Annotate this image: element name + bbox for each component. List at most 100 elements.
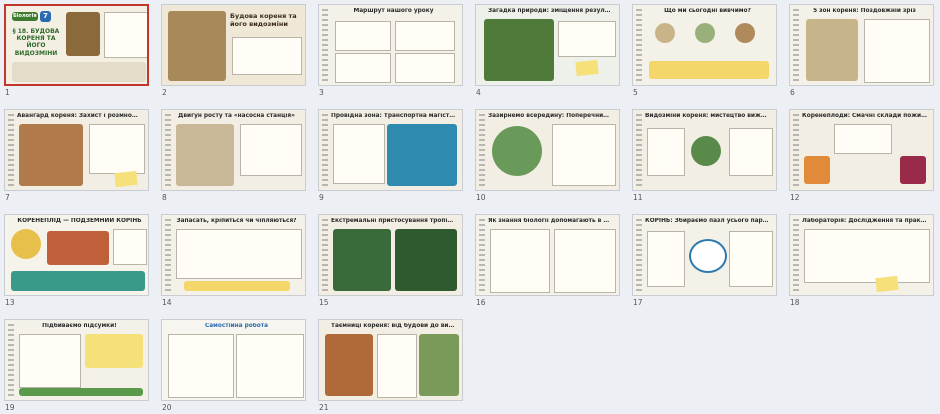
slide-number-5: 5 (633, 88, 638, 97)
slide-thumbnail-18[interactable]: Лабораторія: Дослідження та практика (789, 214, 934, 296)
slide-cell-10: Зазирнемо всередину: Поперечний зріз 10 (475, 109, 620, 202)
slide-6-spiral (793, 9, 799, 81)
slide-thumbnail-4[interactable]: Загадка природи: зміщення результату за … (475, 4, 620, 86)
slide-8-title: Двигун росту та «насосна станція» (178, 113, 295, 119)
slide-number-9: 9 (319, 193, 324, 202)
slide-cell-14: Запасать, кріпиться чи чіпляються? 14 (161, 214, 306, 307)
slide-number-15: 15 (319, 298, 329, 307)
slide-13-footer-strip (11, 271, 145, 291)
slide-17-puzzle-center (689, 239, 727, 273)
slide-14-summary-banner (184, 281, 290, 291)
slide-12-text-box (834, 124, 892, 154)
slide-2-plant-illustration (168, 11, 226, 81)
slide-3-spiral (322, 9, 328, 81)
slide-cell-3: Маршрут нашого уроку 3 (318, 4, 463, 97)
slide-9-title: Провідна зона: Транспортна магістраль (331, 113, 456, 119)
slide-number-12: 12 (790, 193, 800, 202)
slide-number-20: 20 (162, 403, 172, 412)
slide-cell-19: Підбиваємо підсумки! 19 (4, 319, 149, 412)
slide-cell-17: КОРІНЬ: Збираємо пазл усього параграфа 1… (632, 214, 777, 307)
slide-5-summary-banner (649, 61, 769, 79)
slide-thumbnail-6[interactable]: 5 зон кореня: Поздовжній зріз (789, 4, 934, 86)
slide-thumbnail-12[interactable]: Коренеплоди: Смачні склади поживних речо… (789, 109, 934, 191)
slide-15-mangrove-photo (333, 229, 391, 291)
slide-2-text-box (232, 37, 302, 75)
slide-19-title: Підбиваємо підсумки! (42, 323, 117, 329)
slide-21-text-box (377, 334, 417, 398)
slide-1-tag: Біологія (13, 13, 37, 19)
slide-thumbnail-9[interactable]: Провідна зона: Транспортна магістраль (318, 109, 463, 191)
slide-number-4: 4 (476, 88, 481, 97)
slide-cell-11: Видозміни кореня: мистецтво виживання 11 (632, 109, 777, 202)
slide-12-title: Коренеплоди: Смачні склади поживних речо… (802, 113, 927, 119)
slide-cell-16: Як знання біології допомагають в аграрно… (475, 214, 620, 307)
slide-6-title: 5 зон кореня: Поздовжній зріз (813, 8, 916, 14)
slide-15-title: Екстремальні пристосування тропіків (331, 218, 456, 224)
slide-thumbnail-15[interactable]: Екстремальні пристосування тропіків (318, 214, 463, 296)
slide-10-spiral (479, 114, 485, 186)
slide-number-1: 1 (5, 88, 10, 97)
slide-cell-4: Загадка природи: зміщення результату за … (475, 4, 620, 97)
slide-12-carrot-photo (804, 156, 830, 184)
slide-14-title: Запасать, кріпиться чи чіпляються? (176, 218, 297, 224)
slide-cell-13: КОРЕНЕПЛІД — ПОДЗЕМНИЙ КОРІНЬ 13 (4, 214, 149, 307)
slide-thumbnail-11[interactable]: Видозміни кореня: мистецтво виживання (632, 109, 777, 191)
slide-number-21: 21 (319, 403, 329, 412)
slide-cell-5: Що ми сьогодні вивчимо? 5 (632, 4, 777, 97)
slide-cell-1: Біологія 7 § 18. БУДОВА КОРЕНЯ ТА ЙОГО В… (4, 4, 149, 97)
slide-thumbnail-13[interactable]: КОРЕНЕПЛІД — ПОДЗЕМНИЙ КОРІНЬ (4, 214, 149, 296)
slide-cell-20: Самостійна робота 20 (161, 319, 306, 412)
slide-number-8: 8 (162, 193, 167, 202)
slide-17-title: КОРІНЬ: Збираємо пазл усього параграфа (645, 218, 770, 224)
slide-9-vessel-illustration (387, 124, 457, 186)
slide-thumbnail-19[interactable]: Підбиваємо підсумки! (4, 319, 149, 401)
slide-sorter-grid: Біологія 7 § 18. БУДОВА КОРЕНЯ ТА ЙОГО В… (0, 0, 940, 414)
slide-cell-18: Лабораторія: Дослідження та практика 18 (789, 214, 934, 307)
slide-thumbnail-7[interactable]: Авангард кореня: Захист і розмноження (4, 109, 149, 191)
slide-5-spiral (636, 9, 642, 81)
slide-19-spiral (8, 324, 14, 396)
slide-thumbnail-21[interactable]: Таємниці кореня: від будови до видозмін (318, 319, 463, 401)
slide-number-11: 11 (633, 193, 643, 202)
slide-8-spiral (165, 114, 171, 186)
slide-thumbnail-1[interactable]: Біологія 7 § 18. БУДОВА КОРЕНЯ ТА ЙОГО В… (4, 4, 149, 86)
slide-7-root-tip-illustration (19, 124, 83, 186)
slide-thumbnail-3[interactable]: Маршрут нашого уроку (318, 4, 463, 86)
slide-thumbnail-17[interactable]: КОРІНЬ: Збираємо пазл усього параграфа (632, 214, 777, 296)
slide-10-cross-section (492, 126, 542, 176)
slide-10-title: Зазирнемо всередину: Поперечний зріз (488, 113, 613, 119)
slide-cell-2: Будова кореня та його видозміни 2 (161, 4, 306, 97)
slide-21-root-illustration (325, 334, 373, 396)
slide-5-icon-b (695, 23, 715, 43)
slide-2-title: Будова кореня та його видозміни (230, 12, 297, 28)
slide-cell-12: Коренеплоди: Смачні склади поживних речо… (789, 109, 934, 202)
slide-thumbnail-2[interactable]: Будова кореня та його видозміни (161, 4, 306, 86)
slide-thumbnail-16[interactable]: Як знання біології допомагають в аграрно… (475, 214, 620, 296)
slide-11-branch-left (647, 128, 685, 176)
slide-15-jungle-photo (395, 229, 457, 291)
slide-thumbnail-14[interactable]: Запасать, кріпиться чи чіпляються? (161, 214, 306, 296)
slide-thumbnail-10[interactable]: Зазирнемо всередину: Поперечний зріз (475, 109, 620, 191)
slide-9-text-box (333, 124, 385, 184)
slide-9-spiral (322, 114, 328, 186)
slide-11-spiral (636, 114, 642, 186)
slide-8-text-box (240, 124, 302, 176)
slide-number-14: 14 (162, 298, 172, 307)
slide-19-footer-strip (19, 388, 143, 396)
slide-18-sticky-note (875, 275, 899, 293)
slide-13-title: КОРЕНЕПЛІД — ПОДЗЕМНИЙ КОРІНЬ (17, 218, 142, 224)
slide-thumbnail-8[interactable]: Двигун росту та «насосна станція» (161, 109, 306, 191)
slide-cell-15: Екстремальні пристосування тропіків 15 (318, 214, 463, 307)
slide-thumbnail-20[interactable]: Самостійна робота (161, 319, 306, 401)
slide-number-17: 17 (633, 298, 643, 307)
slide-number-3: 3 (319, 88, 324, 97)
slide-17-puzzle-right (729, 231, 773, 287)
slide-thumbnail-5[interactable]: Що ми сьогодні вивчимо? (632, 4, 777, 86)
slide-5-icon-c (735, 23, 755, 43)
slide-number-13: 13 (5, 298, 15, 307)
slide-18-title: Лабораторія: Дослідження та практика (802, 218, 927, 224)
slide-11-title: Видозміни кореня: мистецтво виживання (645, 113, 770, 119)
slide-21-title: Таємниці кореня: від будови до видозмін (331, 323, 456, 329)
slide-number-18: 18 (790, 298, 800, 307)
slide-16-title: Як знання біології допомагають в аграрно… (488, 218, 613, 224)
